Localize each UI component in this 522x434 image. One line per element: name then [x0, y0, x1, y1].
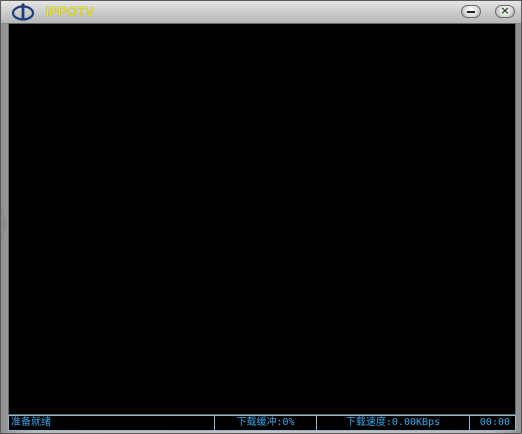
title-bar[interactable]: iPPOTV ×	[1, 1, 521, 24]
buffer-status: 下载缓冲:0%	[215, 416, 317, 430]
play-time: 00:00	[479, 417, 510, 428]
minimize-icon	[467, 11, 475, 13]
side-panel-toggle[interactable]	[1, 206, 7, 242]
close-button[interactable]: ×	[495, 4, 515, 18]
player-window: iPPOTV × 准备就绪 下载缓冲:0% 下载速度:0.00KBps 00:0…	[0, 0, 522, 434]
minimize-button[interactable]	[461, 5, 481, 18]
status-bar: 准备就绪 下载缓冲:0% 下载速度:0.00KBps 00:00	[8, 415, 516, 431]
pptv-logo-icon	[11, 3, 35, 21]
status-text: 准备就绪	[9, 416, 215, 430]
window-title: iPPOTV	[46, 4, 95, 19]
download-speed: 下载速度:0.00KBps	[317, 416, 470, 430]
close-icon: ×	[500, 4, 510, 17]
video-area[interactable]	[8, 23, 516, 415]
